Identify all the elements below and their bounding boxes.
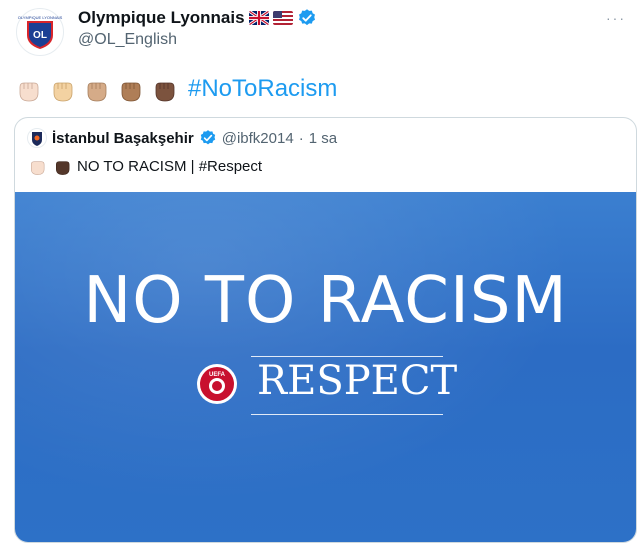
ol-avatar[interactable]: OL OLYMPIQUE LYONNAIS xyxy=(16,8,64,56)
uk-flag-icon xyxy=(248,11,269,25)
uefa-logo-text: UEFA xyxy=(209,372,226,378)
ol-monogram: OL xyxy=(33,30,47,41)
quoted-tweet[interactable]: İstanbul Başakşehir @ibfk2014 · 1 sa NO … xyxy=(14,117,637,543)
tweet-text: #NoToRacism xyxy=(14,72,337,106)
banner-respect: RESPECT xyxy=(257,358,458,404)
more-options-icon[interactable]: ··· xyxy=(606,10,626,26)
banner-top-rule xyxy=(251,356,443,357)
quoted-text: NO TO RACISM | #Respect xyxy=(27,156,262,176)
banner-headline: NO TO RACISM xyxy=(83,264,568,338)
us-flag-icon xyxy=(272,11,293,25)
quoted-author-handle[interactable]: @ibfk2014 xyxy=(222,130,294,147)
basaksehir-avatar[interactable] xyxy=(27,128,47,148)
raised-fist-light-icon xyxy=(31,161,45,175)
verified-badge-icon xyxy=(298,9,315,26)
quoted-author-name[interactable]: İstanbul Başakşehir xyxy=(52,130,194,147)
banner-bottom-rule xyxy=(251,414,443,415)
raised-fist-medium-light-icon xyxy=(53,82,73,102)
author-name[interactable]: Olympique Lyonnais xyxy=(78,8,245,28)
separator-dot: · xyxy=(298,129,304,147)
hashtag-link[interactable]: #NoToRacism xyxy=(188,75,337,103)
quoted-author-row: İstanbul Başakşehir @ibfk2014 · 1 sa xyxy=(27,128,337,148)
no-to-racism-banner-image[interactable]: NO TO RACISM UEFA RESPECT xyxy=(15,192,636,542)
raised-fist-dark-icon xyxy=(56,161,70,175)
ol-wordmark: OLYMPIQUE LYONNAIS xyxy=(18,15,63,20)
quoted-timestamp[interactable]: 1 sa xyxy=(309,130,337,147)
uefa-logo-icon: UEFA xyxy=(197,364,237,404)
author-row: Olympique Lyonnais xyxy=(78,8,317,28)
raised-fist-dark-icon xyxy=(155,82,175,102)
raised-fist-medium-icon xyxy=(87,82,107,102)
quoted-text-body: NO TO RACISM | #Respect xyxy=(77,157,263,175)
quoted-verified-badge-icon xyxy=(200,130,215,145)
author-handle[interactable]: @OL_English xyxy=(78,31,177,49)
raised-fist-light-icon xyxy=(19,82,39,102)
raised-fist-medium-dark-icon xyxy=(121,82,141,102)
